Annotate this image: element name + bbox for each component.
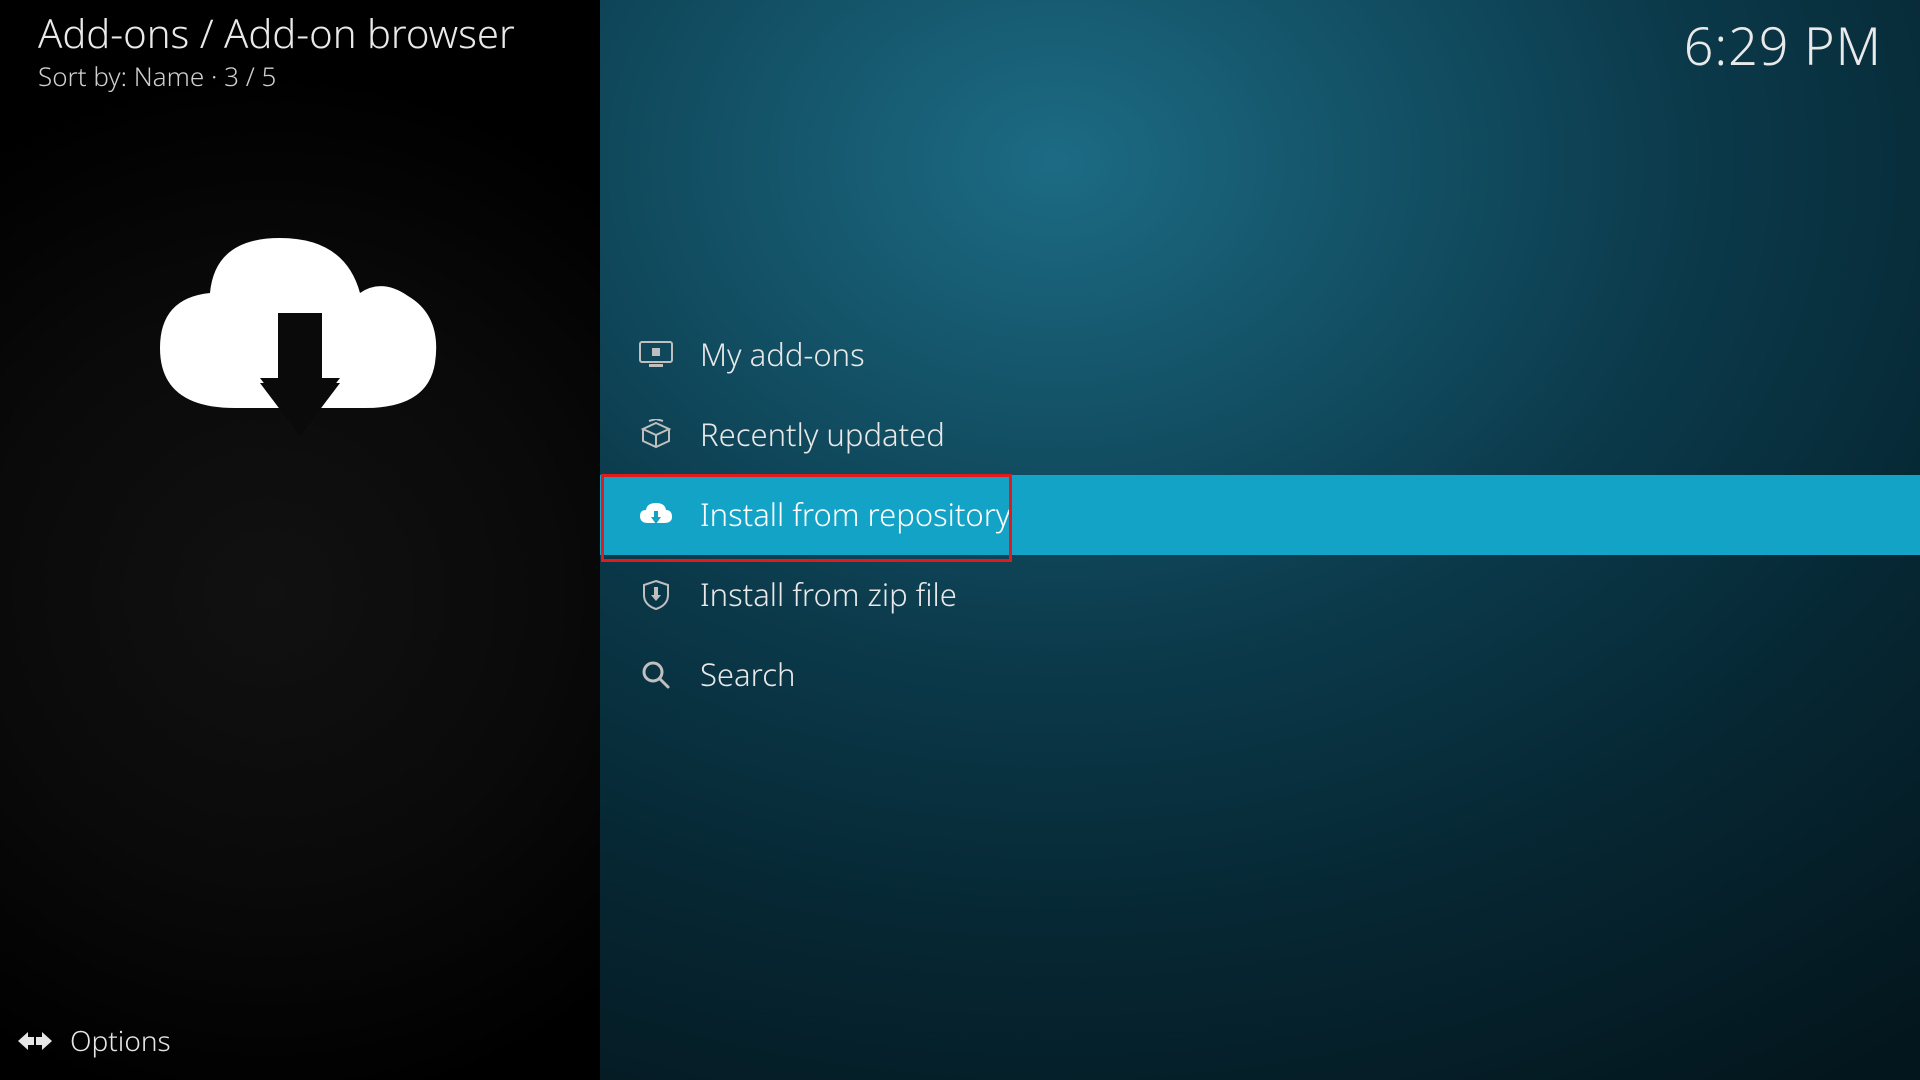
open-box-icon	[628, 419, 684, 451]
clock: 6:29 PM	[1684, 10, 1882, 81]
search-icon	[628, 660, 684, 690]
footer: Options	[18, 1022, 171, 1060]
menu-item-label: Search	[700, 654, 795, 696]
options-icon[interactable]	[18, 1026, 52, 1056]
sort-line: Sort by: Name · 3 / 5	[38, 58, 515, 94]
sidebar	[0, 0, 600, 1080]
menu-list: My add-ons Recently updated Install	[600, 315, 1920, 715]
breadcrumb: Add-ons / Add-on browser	[38, 12, 515, 54]
cloud-download-hero-icon	[150, 218, 450, 468]
menu-item-install-from-zip[interactable]: Install from zip file	[600, 555, 1920, 635]
menu-item-label: Recently updated	[700, 414, 945, 456]
screen: Add-ons / Add-on browser Sort by: Name ·…	[0, 0, 1920, 1080]
header: Add-ons / Add-on browser Sort by: Name ·…	[38, 12, 1882, 94]
menu-item-label: Install from repository	[700, 494, 1010, 536]
shield-download-icon	[628, 579, 684, 611]
cloud-download-small-icon	[628, 501, 684, 529]
menu-item-label: Install from zip file	[700, 574, 957, 616]
header-left: Add-ons / Add-on browser Sort by: Name ·…	[38, 12, 515, 94]
options-label[interactable]: Options	[70, 1022, 171, 1060]
monitor-icon	[628, 341, 684, 369]
menu-item-install-from-repository[interactable]: Install from repository	[600, 475, 1920, 555]
menu-item-recently-updated[interactable]: Recently updated	[600, 395, 1920, 475]
menu-item-my-addons[interactable]: My add-ons	[600, 315, 1920, 395]
menu-item-search[interactable]: Search	[600, 635, 1920, 715]
menu-item-label: My add-ons	[700, 334, 865, 376]
